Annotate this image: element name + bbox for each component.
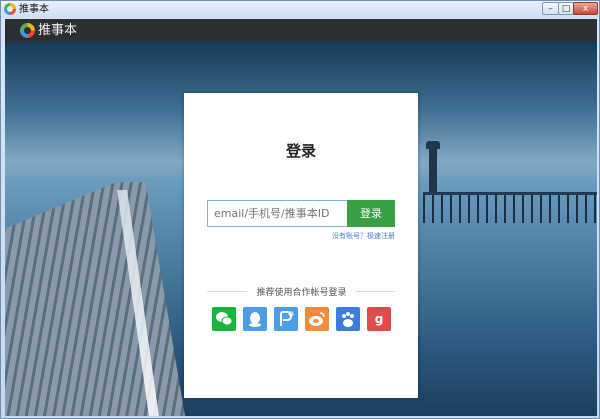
- app-logo-icon: [4, 3, 16, 15]
- maximize-button[interactable]: □: [558, 2, 574, 15]
- window-title: 推事本: [19, 4, 49, 15]
- close-button[interactable]: x: [573, 2, 598, 15]
- wechat-login-icon[interactable]: [212, 307, 236, 331]
- partner-login-label: 推荐使用合作帐号登录: [256, 288, 347, 298]
- alipay-login-icon[interactable]: [274, 307, 298, 331]
- qq-login-icon[interactable]: [243, 307, 267, 331]
- login-title: 登录: [285, 142, 316, 160]
- login-button[interactable]: 登录: [347, 200, 395, 227]
- divider-right: [356, 291, 395, 292]
- account-input[interactable]: [207, 200, 347, 227]
- baidu-login-icon[interactable]: [336, 307, 360, 331]
- lighthouse-graphic: [426, 141, 440, 195]
- jetty-graphic: [423, 192, 597, 223]
- title-bar[interactable]: 推事本 – □ x: [1, 1, 599, 18]
- brand-logo-icon: [20, 23, 35, 38]
- app-header: 推事本: [5, 19, 597, 42]
- login-card: 登录 登录 没有账号？极速注册 推荐使用合作帐号登录 g: [184, 93, 418, 398]
- register-link[interactable]: 没有账号？极速注册: [329, 231, 395, 241]
- app-name: 推事本: [38, 23, 78, 38]
- minimize-button[interactable]: –: [542, 2, 559, 15]
- weibo-login-icon[interactable]: [305, 307, 329, 331]
- google-login-icon[interactable]: g: [367, 307, 391, 331]
- app-window: 推事本 – □ x 推事本 登录 登录 没有账号？极速注册 推荐使用合作帐号登录: [0, 0, 600, 419]
- divider-left: [207, 291, 247, 292]
- client-area: 推事本 登录 登录 没有账号？极速注册 推荐使用合作帐号登录: [5, 19, 597, 416]
